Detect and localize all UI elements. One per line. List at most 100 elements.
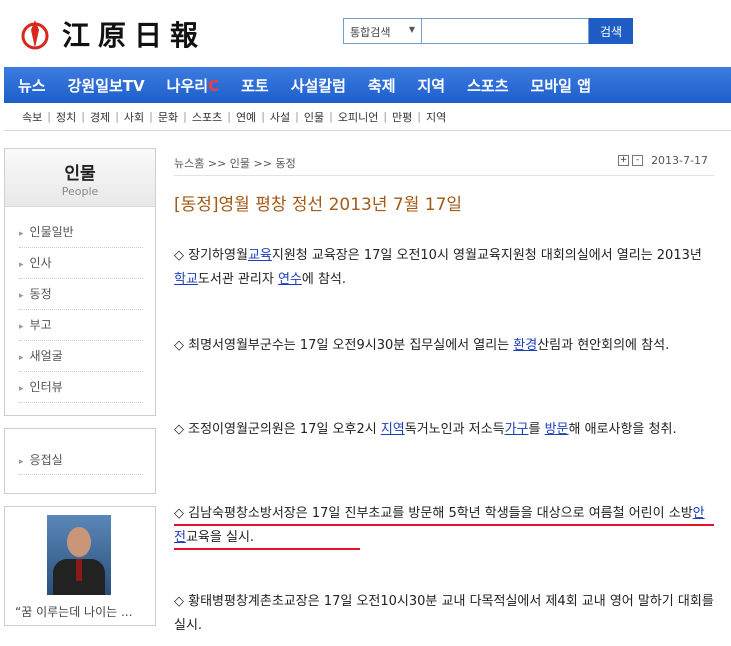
paragraph-text: ◇ 황태병평창계촌초교장은 17일 오전10시30분 교내 다목적실에서 제4회… — [174, 594, 714, 633]
bullet-icon: ▸ — [19, 353, 24, 363]
logo-text: 江原日報 — [62, 19, 207, 52]
search-input[interactable] — [421, 18, 589, 44]
paragraph-text: ◇ 장기하영월 — [174, 248, 248, 263]
article-tools: + - 2013-7-17 — [618, 154, 708, 167]
sub-nav-item-1[interactable]: 정치 — [56, 109, 76, 125]
featured-caption[interactable]: “꿈 이루는데 나이는 ... — [15, 603, 132, 620]
nav-item-7[interactable]: 스포츠 — [467, 75, 508, 96]
sidebar-category-box: 인물 People ▸ 인물일반 ▸ 인사 ▸ 동정 ▸ 부고 ▸ 새얼굴 ▸ 인터뷰 — [4, 148, 156, 416]
article-paragraph: ◇ 김남숙평창소방서장은 17일 진부초교를 방문해 5학년 학생들을 대상으로… — [174, 502, 714, 550]
paragraph-text: 에 참석. — [301, 272, 347, 287]
sub-nav-item-2[interactable]: 경제 — [90, 109, 110, 125]
search-scope-select[interactable]: 통합검색 ▼ — [343, 18, 421, 44]
sidebar-menu: ▸ 인물일반 ▸ 인사 ▸ 동정 ▸ 부고 ▸ 새얼굴 ▸ 인터뷰 — [5, 207, 155, 415]
main-nav: 뉴스 강원일보TV 나우리C 포토 사설칼럼 축제 지역 스포츠 모바일 앱 — [4, 67, 731, 103]
sub-nav-item-0[interactable]: 속보 — [22, 109, 42, 125]
article-paragraph: ◇ 최명서영월부군수는 17일 오전9시30분 집무실에서 열리는 환경산림과 … — [174, 334, 714, 358]
article-paragraph: ◇ 황태병평창계촌초교장은 17일 오전10시30분 교내 다목적실에서 제4회… — [174, 590, 714, 638]
nav-item-label: 강원일보TV — [67, 76, 145, 95]
separator: | — [329, 110, 333, 123]
keyword-link[interactable]: 방문 — [545, 422, 569, 437]
sidebar-item-reception[interactable]: ▸ 응접실 — [19, 451, 143, 475]
paragraph-text: 독거노인과 저소득 — [404, 422, 505, 437]
search-scope-label: 통합검색 — [350, 26, 391, 39]
sub-nav-item-9[interactable]: 오피니언 — [338, 109, 378, 125]
sub-nav-item-7[interactable]: 사설 — [270, 109, 290, 125]
sidebar-item-4[interactable]: ▸ 새얼굴 — [19, 341, 143, 372]
sidebar-item-2[interactable]: ▸ 동정 — [19, 279, 143, 310]
search-bar: 통합검색 ▼ 검색 — [343, 18, 633, 44]
zoom-out-button[interactable]: - — [632, 155, 644, 166]
sidebar-reception-box: ▸ 응접실 — [4, 428, 156, 494]
separator: | — [47, 110, 51, 123]
bullet-icon: ▸ — [19, 229, 24, 239]
paragraph-text: 해 애로사항을 청취. — [568, 422, 677, 437]
zoom-in-button[interactable]: + — [618, 155, 630, 166]
paragraph-text: 지원청 교육장은 17일 오전10시 영월교육지원청 대회의실에서 열리는 20… — [271, 248, 702, 263]
keyword-link[interactable]: 학교 — [174, 272, 198, 287]
sidebar-subtitle: People — [61, 185, 99, 198]
keyword-link[interactable]: 교육 — [248, 248, 272, 263]
sidebar-item-5[interactable]: ▸ 인터뷰 — [19, 372, 143, 403]
sidebar-item-label: 부고 — [29, 318, 52, 332]
sidebar-item-label: 응접실 — [29, 453, 63, 467]
sub-nav-item-3[interactable]: 사회 — [124, 109, 144, 125]
keyword-link[interactable]: 연수 — [278, 272, 302, 287]
nav-item-4[interactable]: 사설칼럼 — [291, 75, 346, 96]
sidebar-item-label: 인사 — [29, 256, 52, 270]
nav-item-label: 모바일 앱 — [530, 76, 591, 95]
sub-nav-item-11[interactable]: 지역 — [426, 109, 446, 125]
nav-item-8[interactable]: 모바일 앱 — [531, 75, 591, 96]
bullet-icon: ▸ — [19, 260, 24, 270]
site-logo[interactable]: 江原日報 — [20, 14, 206, 54]
paragraph-text: 교육을 실시. — [185, 530, 255, 545]
sidebar-item-0[interactable]: ▸ 인물일반 — [19, 217, 143, 248]
separator: | — [227, 110, 231, 123]
keyword-link[interactable]: 지역 — [381, 422, 405, 437]
paragraph-text: ◇ 최명서영월부군수는 17일 오전9시30분 집무실에서 열리는 — [174, 338, 514, 353]
nav-item-label: 지역 — [417, 76, 446, 95]
sidebar-item-label: 새얼굴 — [29, 349, 63, 363]
breadcrumb-row: 뉴스홈 >> 인물 >> 동정 + - 2013-7-17 — [174, 148, 714, 176]
nav-item-2[interactable]: 나우리C — [167, 75, 219, 96]
article-paragraph: ◇ 장기하영월교육지원청 교육장은 17일 오전10시 영월교육지원청 대회의실… — [174, 244, 714, 292]
logo-emblem-icon — [21, 20, 49, 50]
sidebar-item-label: 인터뷰 — [29, 380, 63, 394]
article-paragraph: ◇ 조정이영월군의원은 17일 오후2시 지역독거노인과 저소득가구를 방문해 … — [174, 418, 714, 442]
sidebar-item-label: 동정 — [29, 287, 52, 301]
sidebar-item-3[interactable]: ▸ 부고 — [19, 310, 143, 341]
nav-item-label: 축제 — [367, 76, 396, 95]
article-date: 2013-7-17 — [651, 154, 708, 167]
nav-item-3[interactable]: 포토 — [241, 75, 269, 96]
highlight-underline — [174, 524, 714, 526]
article-area: 뉴스홈 >> 인물 >> 동정 + - 2013-7-17 [동정]영월 평창 … — [174, 148, 714, 215]
sub-nav-item-6[interactable]: 연예 — [236, 109, 256, 125]
nav-item-1[interactable]: 강원일보TV — [68, 75, 145, 96]
site-header: 江原日報 통합검색 ▼ 검색 — [0, 0, 731, 66]
paragraph-text: 도서관 관리자 — [197, 272, 278, 287]
separator: | — [383, 110, 388, 123]
separator: | — [149, 110, 153, 123]
chevron-down-icon: ▼ — [408, 25, 415, 34]
paragraph-text: 산림과 현안회의에 참석. — [537, 338, 670, 353]
sub-nav-item-4[interactable]: 문화 — [158, 109, 178, 125]
keyword-link[interactable]: 가구 — [505, 422, 529, 437]
nav-item-0[interactable]: 뉴스 — [18, 75, 46, 96]
sidebar-item-1[interactable]: ▸ 인사 — [19, 248, 143, 279]
sub-nav-item-10[interactable]: 만평 — [392, 109, 412, 125]
nav-item-6[interactable]: 지역 — [418, 75, 446, 96]
separator: | — [81, 110, 85, 123]
keyword-link[interactable]: 환경 — [513, 338, 537, 353]
sub-nav: 속보 | 정치 | 경제 | 사회 | 문화 | 스포츠 | 연예 | 사설 | 인물 | 오피니언 | 만평 | 지역 — [4, 103, 731, 131]
breadcrumb[interactable]: 뉴스홈 >> 인물 >> 동정 — [174, 157, 296, 170]
paragraph-text: ◇ 조정이영월군의원은 17일 오후2시 — [174, 422, 381, 437]
search-button[interactable]: 검색 — [589, 18, 633, 44]
separator: | — [295, 110, 299, 123]
sidebar: 인물 People ▸ 인물일반 ▸ 인사 ▸ 동정 ▸ 부고 ▸ 새얼굴 ▸ 인터뷰 ▸ 응접실 “꿈… — [4, 148, 156, 626]
bullet-icon: ▸ — [19, 322, 24, 332]
sub-nav-item-5[interactable]: 스포츠 — [192, 109, 222, 125]
paragraph-text: 를 — [528, 422, 545, 437]
nav-item-5[interactable]: 축제 — [368, 75, 396, 96]
featured-person-photo[interactable] — [47, 515, 111, 595]
sub-nav-item-8[interactable]: 인물 — [304, 109, 324, 125]
